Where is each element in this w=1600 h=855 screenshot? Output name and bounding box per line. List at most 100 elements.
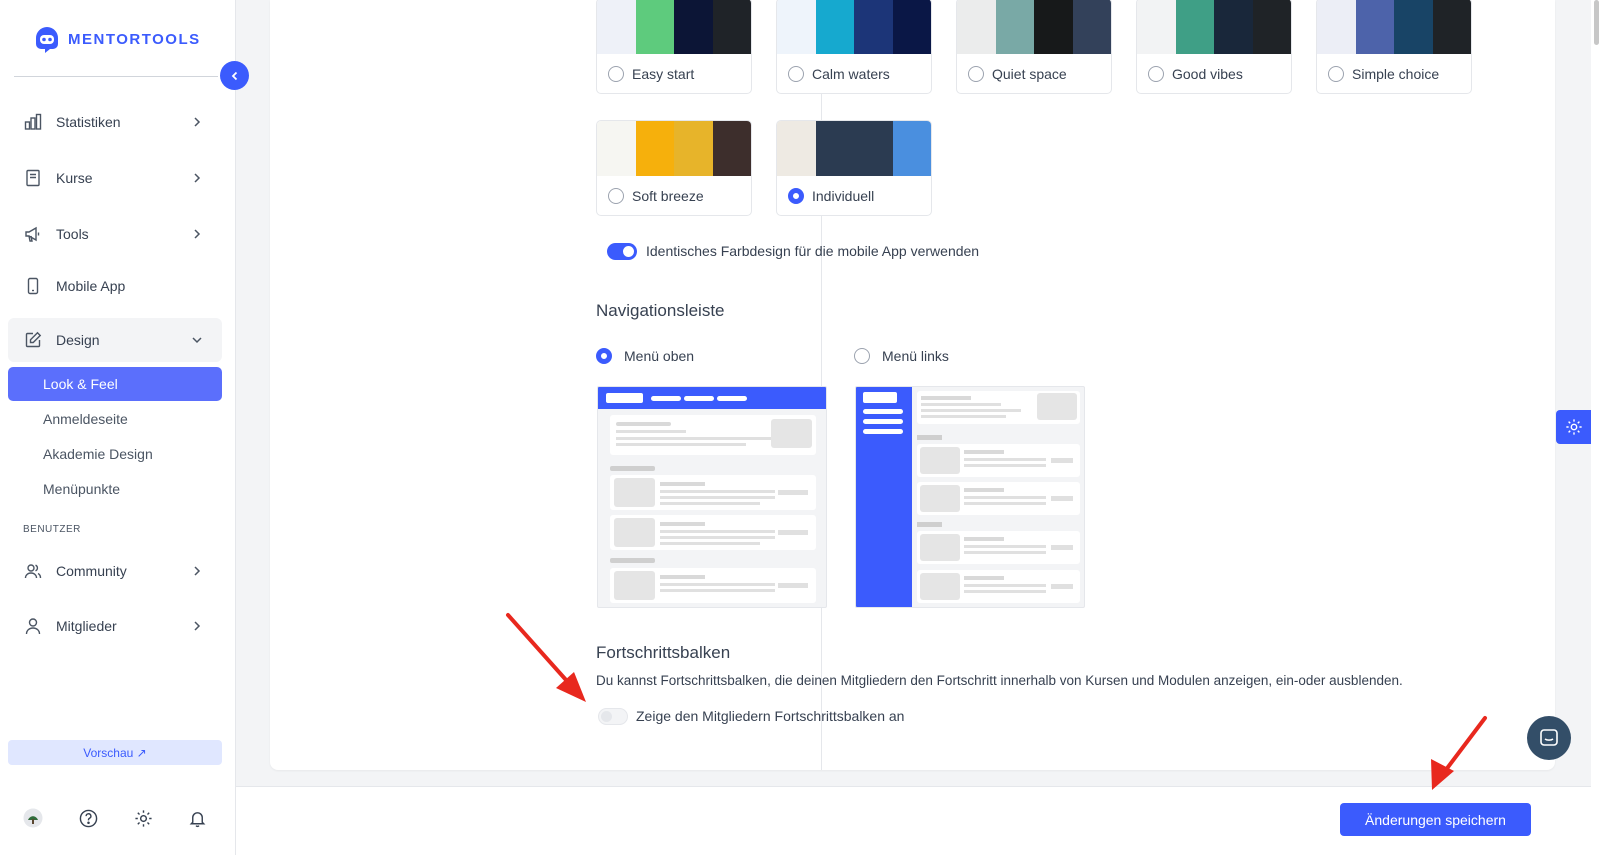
palette-easy-start[interactable]: Easy start <box>596 0 752 94</box>
chevron-down-icon <box>192 337 202 344</box>
divider <box>821 0 822 770</box>
palette-swatches <box>1317 0 1471 54</box>
progress-bar-toggle[interactable] <box>598 708 628 725</box>
collapse-sidebar-button[interactable] <box>220 61 249 90</box>
sidebar-item-kurse[interactable]: Kurse <box>8 156 222 200</box>
sidebar-item-community[interactable]: Community <box>8 549 222 593</box>
sidebar-item-tools[interactable]: Tools <box>8 212 222 256</box>
palette-label: Calm waters <box>812 66 890 82</box>
swatch <box>712 121 751 176</box>
palette-swatches <box>957 0 1111 54</box>
palette-radio[interactable] <box>608 188 624 204</box>
swatch <box>957 0 996 54</box>
sidebar-item-label: Design <box>56 332 100 348</box>
sidebar-item-design[interactable]: Design <box>8 318 222 362</box>
swatch <box>777 0 816 54</box>
edit-icon <box>25 331 42 348</box>
palette-radio[interactable] <box>1328 66 1344 82</box>
swatch <box>597 0 636 54</box>
sidebar-item-label: Kurse <box>56 170 93 186</box>
megaphone-icon <box>25 226 40 242</box>
swatch <box>1214 0 1253 54</box>
palette-radio[interactable] <box>1148 66 1164 82</box>
sidebar-item-mitglieder[interactable]: Mitglieder <box>8 604 222 648</box>
preview-button[interactable]: Vorschau ↗ <box>8 740 222 765</box>
palette-quiet-space[interactable]: Quiet space <box>956 0 1112 94</box>
palette-radio[interactable] <box>968 66 984 82</box>
scrollbar-thumb[interactable] <box>1594 0 1599 45</box>
palette-calm-waters[interactable]: Calm waters <box>776 0 932 94</box>
book-icon <box>26 169 40 187</box>
logo[interactable]: MENTORTOOLS <box>32 24 201 54</box>
avatar[interactable] <box>21 806 45 830</box>
palette-individuell[interactable]: Individuell <box>776 120 932 216</box>
sidebar-item-label: Mobile App <box>56 278 126 294</box>
help-icon[interactable] <box>76 806 100 830</box>
notification-bell-icon[interactable] <box>185 806 209 830</box>
swatch <box>892 121 931 176</box>
sidebar-subitem-menuepunkte[interactable]: Menüpunkte <box>8 472 222 506</box>
palette-radio[interactable] <box>788 66 804 82</box>
palette-soft-breeze[interactable]: Soft breeze <box>596 120 752 216</box>
swatch <box>674 121 713 176</box>
palette-swatches <box>1137 0 1291 54</box>
save-changes-button[interactable]: Änderungen speichern <box>1340 803 1531 836</box>
mobile-app-color-toggle-label: Identisches Farbdesign für die mobile Ap… <box>646 243 980 259</box>
palette-simple-choice[interactable]: Simple choice <box>1316 0 1472 94</box>
swatch <box>815 0 854 54</box>
sidebar-subitem-anmeldeseite[interactable]: Anmeldeseite <box>8 402 222 436</box>
swatch <box>635 0 674 54</box>
palette-swatches <box>597 121 751 176</box>
palette-label: Good vibes <box>1172 66 1243 82</box>
sidebar: MENTORTOOLS Statistiken Kurse Tools Mobi… <box>0 0 236 855</box>
chat-widget-button[interactable] <box>1527 716 1571 760</box>
sidebar-item-statistiken[interactable]: Statistiken <box>8 100 222 144</box>
chevron-left-icon <box>231 71 237 80</box>
sidebar-item-label: Tools <box>56 226 89 242</box>
logo-text: MENTORTOOLS <box>68 30 201 48</box>
scrollbar[interactable] <box>1591 0 1600 855</box>
palette-label: Soft breeze <box>632 188 704 204</box>
sidebar-item-label: Community <box>56 563 127 579</box>
mobile-app-color-toggle[interactable] <box>607 243 637 260</box>
sidebar-subitem-look-and-feel[interactable]: Look & Feel <box>8 367 222 401</box>
progress-section-title: Fortschrittsbalken <box>596 643 731 662</box>
swatch <box>597 121 636 176</box>
palette-good-vibes[interactable]: Good vibes <box>1136 0 1292 94</box>
chat-icon <box>1540 729 1558 746</box>
progress-bar-toggle-label: Zeige den Mitgliedern Fortschrittsbalken… <box>636 708 905 724</box>
bar-chart-icon <box>24 113 42 130</box>
chevron-right-icon <box>194 566 201 576</box>
layout-preview-left-menu[interactable] <box>855 386 1085 608</box>
nav-option-left[interactable]: Menü links <box>854 348 949 364</box>
sidebar-footer <box>0 806 236 830</box>
palette-radio-selected[interactable] <box>788 188 804 204</box>
gear-icon <box>1566 419 1582 435</box>
robot-logo-icon <box>36 27 58 53</box>
palette-swatches <box>597 0 751 54</box>
nav-option-top[interactable]: Menü oben <box>596 348 694 364</box>
swatch <box>1175 0 1214 54</box>
swatch <box>854 0 893 54</box>
palette-label: Individuell <box>812 188 875 204</box>
section-label-benutzer: BENUTZER <box>23 524 81 535</box>
floating-settings-button[interactable] <box>1556 410 1592 444</box>
progress-section-description: Du kannst Fortschrittsbalken, die deinen… <box>596 673 1403 688</box>
nav-option-top-radio[interactable] <box>596 348 612 364</box>
swatch <box>815 121 893 176</box>
palette-radio[interactable] <box>608 66 624 82</box>
divider <box>14 76 218 77</box>
palette-label: Quiet space <box>992 66 1067 82</box>
sidebar-subitem-akademie-design[interactable]: Akademie Design <box>8 437 222 471</box>
sidebar-item-mobile-app[interactable]: Mobile App <box>8 264 222 308</box>
nav-section-title: Navigationsleiste <box>596 301 725 320</box>
palette-label: Easy start <box>632 66 695 82</box>
palette-swatches <box>777 0 931 54</box>
chevron-right-icon <box>194 117 201 127</box>
layout-preview-top-menu[interactable] <box>597 386 827 608</box>
chevron-right-icon <box>194 173 201 183</box>
swatch <box>1072 0 1111 54</box>
settings-gear-icon[interactable] <box>131 806 155 830</box>
user-icon <box>25 618 41 635</box>
nav-option-left-radio[interactable] <box>854 348 870 364</box>
